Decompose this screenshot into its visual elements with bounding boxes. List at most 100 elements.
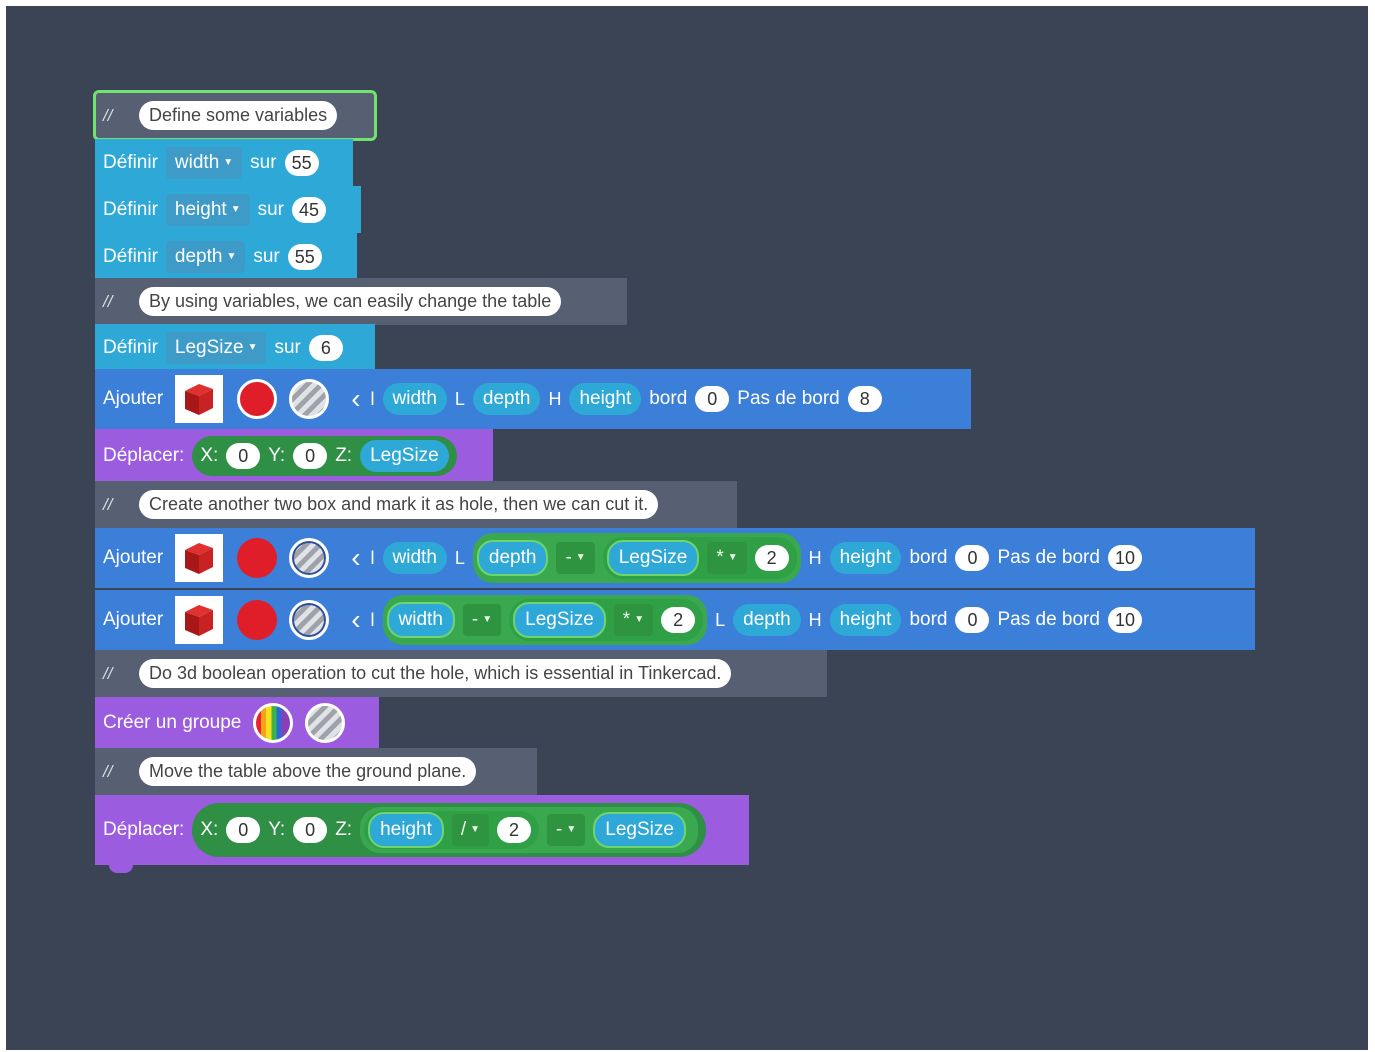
set-label: Définir — [103, 245, 158, 267]
depth-variable-pill[interactable]: depth — [472, 383, 541, 415]
red-color-icon[interactable] — [237, 379, 278, 419]
x-value-input[interactable]: 0 — [226, 817, 261, 843]
create-group-block[interactable]: Créer un groupe — [95, 697, 379, 749]
legsize-variable-pill[interactable]: LegSize — [513, 602, 606, 638]
l-label: l — [370, 547, 375, 568]
hole-icon[interactable] — [289, 379, 330, 419]
bord-value-input[interactable]: 0 — [695, 386, 730, 412]
math-expression-height-half[interactable]: height / ▼ 2 — [364, 811, 540, 849]
sur-label: sur — [250, 151, 277, 173]
height-variable-pill[interactable]: height — [829, 604, 902, 636]
hole-icon[interactable] — [305, 703, 346, 743]
width-variable-pill[interactable]: width — [382, 383, 447, 415]
variable-dropdown-height[interactable]: height ▼ — [165, 193, 250, 226]
pas-de-bord-value-input[interactable]: 10 — [1107, 545, 1142, 571]
math-expression-depth[interactable]: depth - ▼ LegSize * ▼ 2 — [472, 533, 801, 583]
add-box-block[interactable]: Ajouter ‹ l width L depth H height bord … — [95, 369, 971, 429]
width-variable-pill[interactable]: width — [386, 602, 455, 638]
height-variable-pill[interactable]: height — [829, 542, 902, 574]
red-box-icon[interactable] — [175, 596, 224, 644]
pas-de-bord-label: Pas de bord — [997, 547, 1100, 568]
operator-value: / — [460, 819, 467, 840]
bord-value-input[interactable]: 0 — [955, 607, 990, 633]
math-expression-legsize[interactable]: LegSize * ▼ 2 — [602, 537, 797, 579]
comment-slash: // — [103, 663, 113, 683]
math-expression-z[interactable]: height / ▼ 2 - ▼ LegSize — [360, 807, 698, 853]
operator-dropdown[interactable]: - ▼ — [547, 814, 586, 846]
comment-text-field[interactable]: Move the table above the ground plane. — [139, 757, 477, 786]
x-value-input[interactable]: 0 — [226, 443, 261, 469]
set-label: Définir — [103, 336, 158, 358]
red-color-icon[interactable] — [237, 600, 278, 640]
comment-text-field[interactable]: Create another two box and mark it as ho… — [139, 490, 659, 519]
variable-dropdown-depth[interactable]: depth ▼ — [165, 240, 246, 273]
red-color-icon[interactable] — [237, 538, 278, 578]
operator-value: - — [565, 547, 572, 568]
xyz-coordinates: X: 0 Y: 0 Z: LegSize — [192, 436, 457, 476]
operator-dropdown[interactable]: - ▼ — [462, 604, 502, 636]
bord-value-input[interactable]: 0 — [955, 545, 990, 571]
chevron-left-icon[interactable]: ‹ — [351, 604, 360, 636]
legsize-variable-pill[interactable]: LegSize — [606, 540, 700, 576]
create-group-label: Créer un groupe — [103, 712, 242, 733]
set-variable-depth-block[interactable]: Définir depth ▼ sur 55 — [95, 233, 357, 280]
value-input-depth[interactable]: 55 — [287, 243, 322, 270]
width-variable-pill[interactable]: width — [382, 542, 447, 574]
comment-block-variables[interactable]: // By using variables, we can easily cha… — [95, 278, 627, 325]
move-block-2[interactable]: Déplacer: X: 0 Y: 0 Z: height / ▼ 2 - ▼ Le… — [95, 795, 749, 873]
operator-dropdown[interactable]: * ▼ — [613, 604, 654, 636]
comment-block-boolean[interactable]: // Do 3d boolean operation to cut the ho… — [95, 650, 827, 697]
operator-dropdown[interactable]: * ▼ — [707, 542, 747, 574]
pas-de-bord-value-input[interactable]: 10 — [1107, 607, 1142, 633]
H-label: H — [548, 388, 562, 409]
comment-text-field[interactable]: Do 3d boolean operation to cut the hole,… — [139, 659, 732, 688]
height-variable-pill[interactable]: height — [569, 383, 642, 415]
height-variable-pill[interactable]: height — [368, 812, 444, 848]
comment-block-move-table[interactable]: // Move the table above the ground plane… — [95, 748, 537, 795]
chevron-left-icon[interactable]: ‹ — [351, 383, 360, 415]
add-label: Ajouter — [103, 609, 164, 630]
rainbow-color-icon[interactable] — [253, 703, 294, 743]
depth-variable-pill[interactable]: depth — [733, 604, 801, 636]
set-variable-width-block[interactable]: Définir width ▼ sur 55 — [95, 139, 353, 186]
variable-dropdown-width[interactable]: width ▼ — [165, 146, 243, 179]
variable-name: height — [174, 198, 227, 220]
comment-text-field[interactable]: Define some variables — [139, 101, 338, 130]
hole-icon[interactable] — [289, 600, 330, 640]
operator-dropdown[interactable]: / ▼ — [451, 814, 490, 846]
value-input-width[interactable]: 55 — [284, 149, 319, 176]
move-block[interactable]: Déplacer: X: 0 Y: 0 Z: LegSize — [95, 429, 493, 483]
number-input[interactable]: 2 — [754, 545, 789, 571]
set-variable-height-block[interactable]: Définir height ▼ sur 45 — [95, 186, 361, 233]
y-label: Y: — [268, 445, 286, 466]
depth-variable-pill[interactable]: depth — [476, 540, 549, 576]
comment-block-holes[interactable]: // Create another two box and mark it as… — [95, 481, 737, 528]
caret-down-icon: ▼ — [223, 156, 234, 168]
operator-dropdown[interactable]: - ▼ — [556, 542, 595, 574]
value-input-legsize[interactable]: 6 — [308, 334, 343, 361]
math-expression-width[interactable]: width - ▼ LegSize * ▼ 2 — [382, 595, 708, 645]
add-hole-block-2[interactable]: Ajouter ‹ l width - ▼ LegSize * ▼ 2 L dept… — [95, 590, 1255, 650]
number-input[interactable]: 2 — [661, 607, 696, 633]
y-value-input[interactable]: 0 — [293, 443, 328, 469]
number-input[interactable]: 2 — [497, 817, 532, 843]
comment-text-field[interactable]: By using variables, we can easily change… — [139, 287, 562, 316]
set-label: Définir — [103, 198, 158, 220]
pas-de-bord-value-input[interactable]: 8 — [847, 386, 882, 412]
chevron-left-icon[interactable]: ‹ — [351, 542, 360, 574]
legsize-variable-pill[interactable]: LegSize — [593, 812, 686, 848]
hole-icon[interactable] — [289, 538, 330, 578]
blocks-workspace[interactable]: // Define some variables Définir width ▼ … — [6, 6, 1368, 1050]
value-input-height[interactable]: 45 — [292, 196, 326, 223]
add-hole-block-1[interactable]: Ajouter ‹ l width L depth - ▼ LegSize * ▼ … — [95, 528, 1255, 588]
red-box-icon[interactable] — [175, 375, 224, 423]
legsize-variable-pill[interactable]: LegSize — [360, 440, 449, 472]
math-expression-legsize[interactable]: LegSize * ▼ 2 — [509, 599, 704, 641]
caret-down-icon: ▼ — [226, 250, 237, 262]
set-variable-legsize-block[interactable]: Définir LegSize ▼ sur 6 — [95, 324, 375, 371]
y-value-input[interactable]: 0 — [293, 817, 328, 843]
red-box-icon[interactable] — [175, 534, 224, 582]
variable-dropdown-legsize[interactable]: LegSize ▼ — [165, 331, 267, 364]
operator-value: - — [556, 819, 563, 840]
comment-block-define-variables[interactable]: // Define some variables — [93, 90, 377, 147]
